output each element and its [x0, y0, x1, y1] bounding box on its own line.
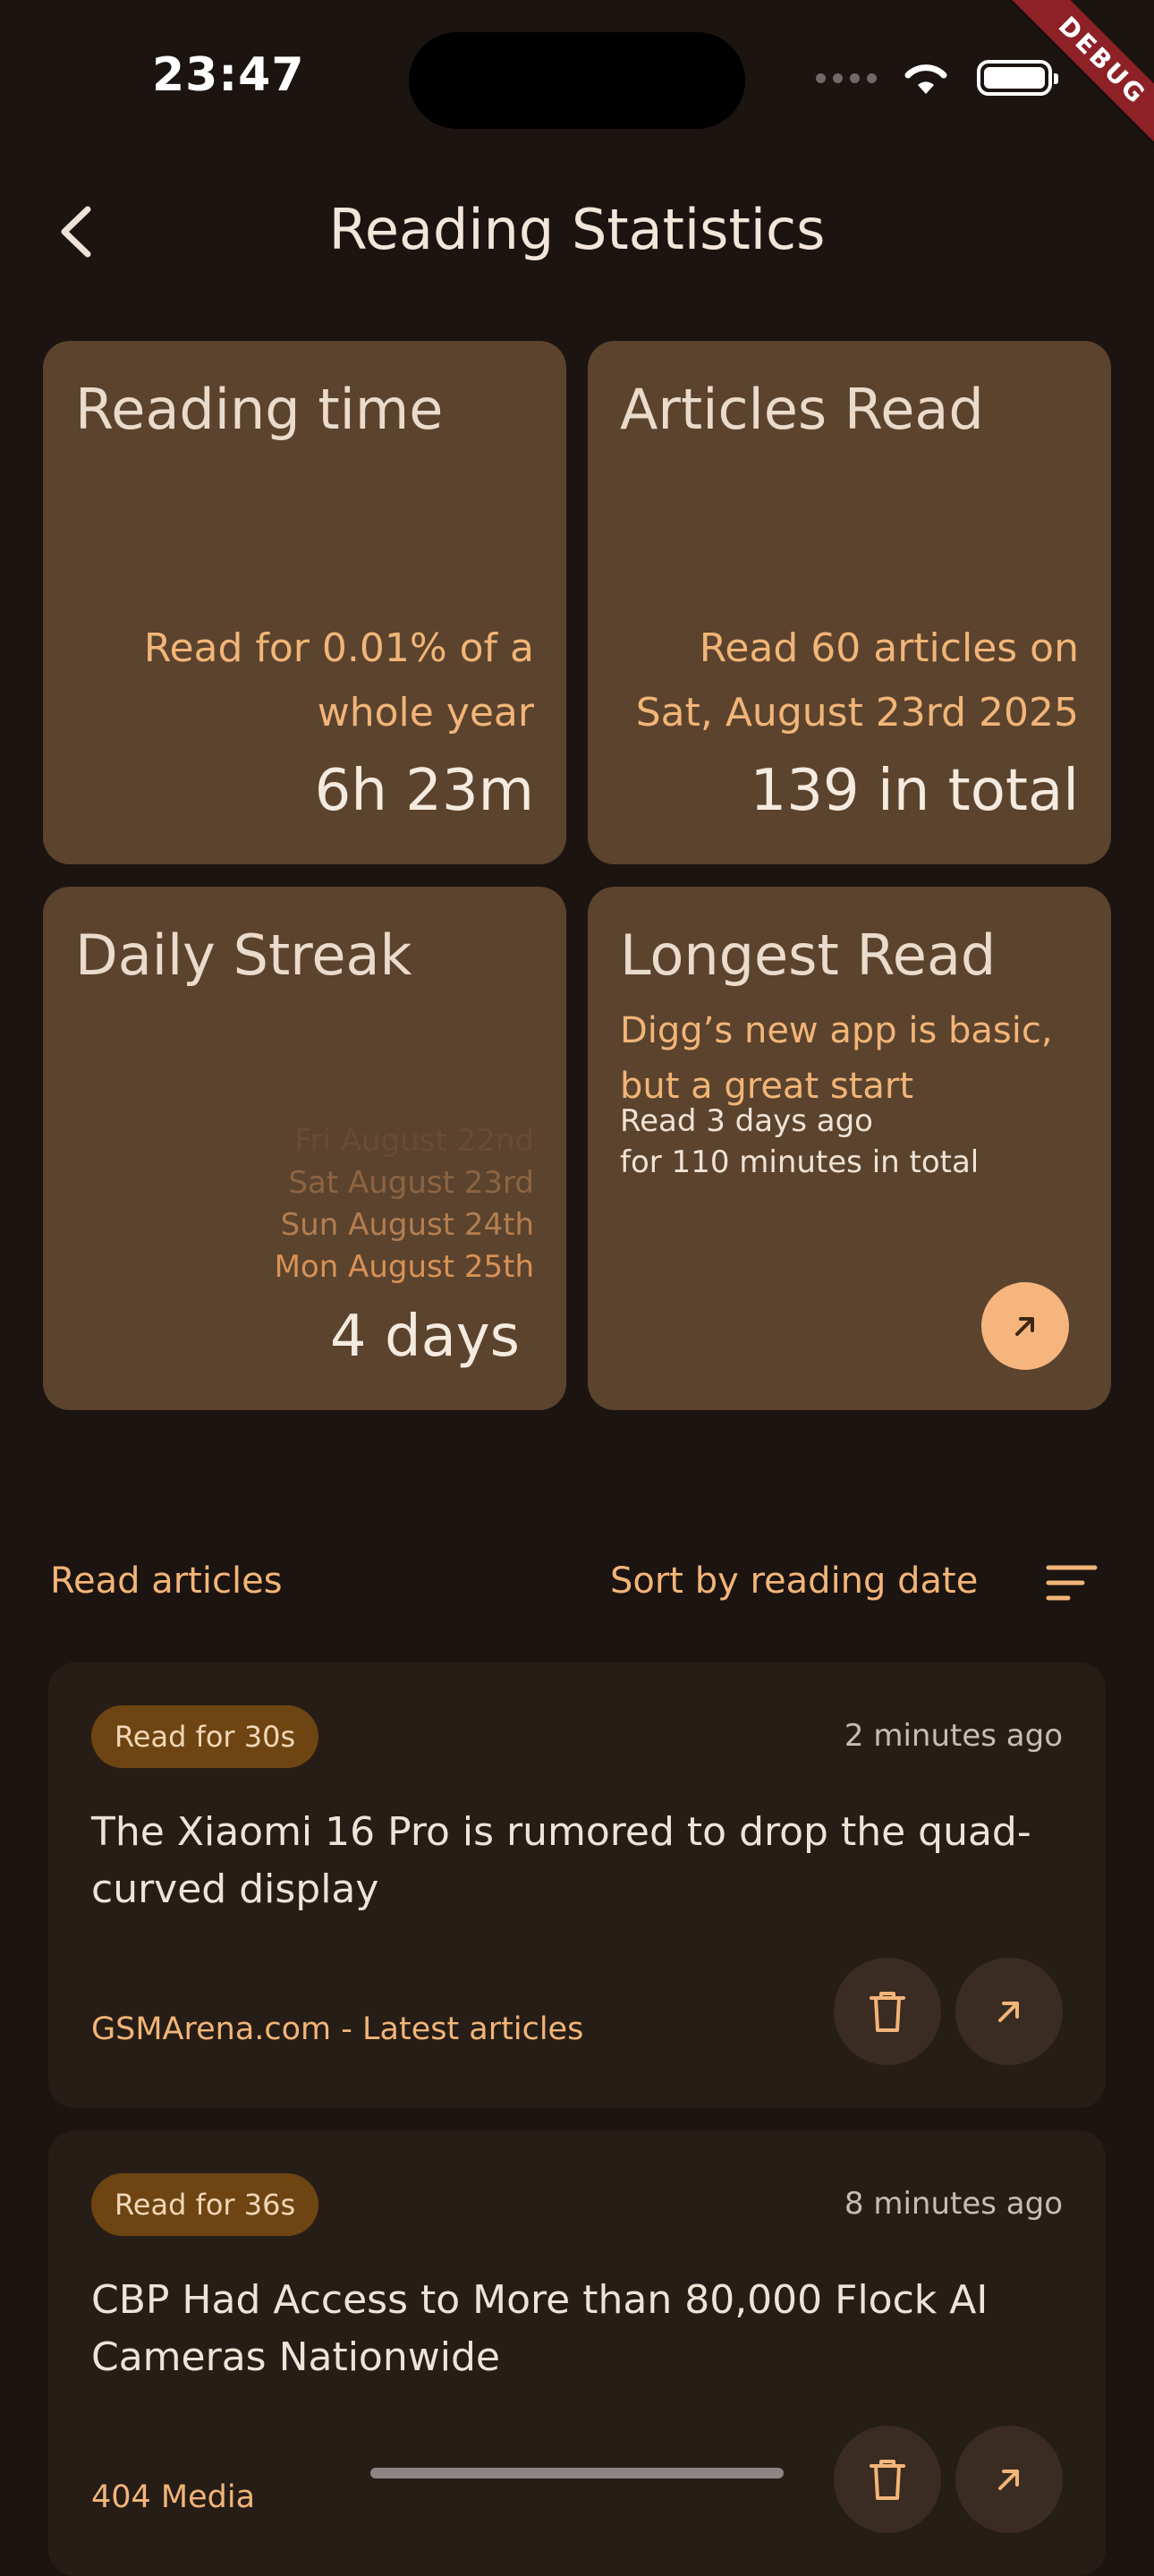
- cellular-signal-icon: [816, 72, 877, 83]
- longest-read-when: Read 3 days ago: [620, 1103, 873, 1139]
- articles-read-card: Articles Read Read 60 articles on Sat, A…: [588, 341, 1111, 864]
- open-external-arrow-icon: [998, 2002, 1019, 2022]
- read-time-ago: 2 minutes ago: [844, 1718, 1063, 1754]
- longest-read-card: Longest Read Digg’s new app is basic, bu…: [588, 887, 1111, 1410]
- streak-day: Sat August 23rd: [288, 1165, 534, 1201]
- read-time-ago: 8 minutes ago: [844, 2186, 1063, 2222]
- card-title: Daily Streak: [75, 922, 412, 988]
- daily-streak-value: 4 days: [329, 1304, 520, 1370]
- delete-button[interactable]: [834, 2426, 941, 2533]
- reading-time-value: 6h 23m: [314, 758, 534, 824]
- open-external-arrow-icon: [1015, 1317, 1034, 1336]
- open-longest-read-button[interactable]: [981, 1282, 1069, 1370]
- article-card[interactable]: Read for 30s 2 minutes ago The Xiaomi 16…: [48, 1662, 1106, 2108]
- daily-streak-card: Daily Streak Fri August 22nd Sat August …: [43, 887, 566, 1410]
- longest-read-article: Digg’s new app is basic, but a great sta…: [620, 1010, 1053, 1107]
- home-indicator[interactable]: [370, 2468, 784, 2478]
- read-articles-label: Read articles: [50, 1560, 283, 1602]
- trash-icon: [870, 2460, 905, 2500]
- article-title: The Xiaomi 16 Pro is rumored to drop the…: [91, 1809, 1031, 1912]
- page-title: Reading Statistics: [328, 197, 826, 262]
- open-article-button[interactable]: [955, 2426, 1063, 2533]
- article-card[interactable]: Read for 36s 8 minutes ago CBP Had Acces…: [48, 2130, 1106, 2576]
- delete-button[interactable]: [834, 1958, 941, 2065]
- longest-read-duration: for 110 minutes in total: [620, 1144, 980, 1180]
- sort-icon[interactable]: [1045, 1560, 1099, 1605]
- articles-read-subtitle: Read 60 articles on Sat, August 23rd 202…: [635, 625, 1079, 735]
- reading-time-card: Reading time Read for 0.01% of a whole y…: [43, 341, 566, 864]
- reading-time-subtitle: Read for 0.01% of a whole year: [143, 625, 534, 735]
- sort-label[interactable]: Sort by reading date: [610, 1560, 978, 1602]
- reading-duration-badge: Read for 36s: [91, 2173, 319, 2236]
- debug-banner-label: DEBUG: [992, 0, 1154, 171]
- card-title: Longest Read: [620, 922, 997, 988]
- article-title: CBP Had Access to More than 80,000 Flock…: [91, 2277, 989, 2380]
- reading-duration-badge: Read for 30s: [91, 1705, 319, 1768]
- dynamic-island: [409, 32, 745, 129]
- open-article-button[interactable]: [955, 1958, 1063, 2065]
- card-title: Reading time: [75, 377, 444, 442]
- trash-icon: [870, 1992, 905, 2032]
- streak-day: Mon August 25th: [274, 1249, 534, 1285]
- open-external-arrow-icon: [998, 2470, 1019, 2490]
- streak-day: Fri August 22nd: [294, 1123, 534, 1159]
- wifi-icon: [904, 64, 947, 94]
- article-source: 404 Media: [91, 2479, 256, 2515]
- status-time: 23:47: [152, 48, 305, 102]
- card-title: Articles Read: [620, 377, 984, 442]
- debug-banner: DEBUG: [975, 0, 1154, 179]
- article-source: GSMArena.com - Latest articles: [91, 2011, 584, 2047]
- streak-day: Sun August 24th: [280, 1207, 534, 1243]
- articles-read-value: 139 in total: [750, 758, 1079, 824]
